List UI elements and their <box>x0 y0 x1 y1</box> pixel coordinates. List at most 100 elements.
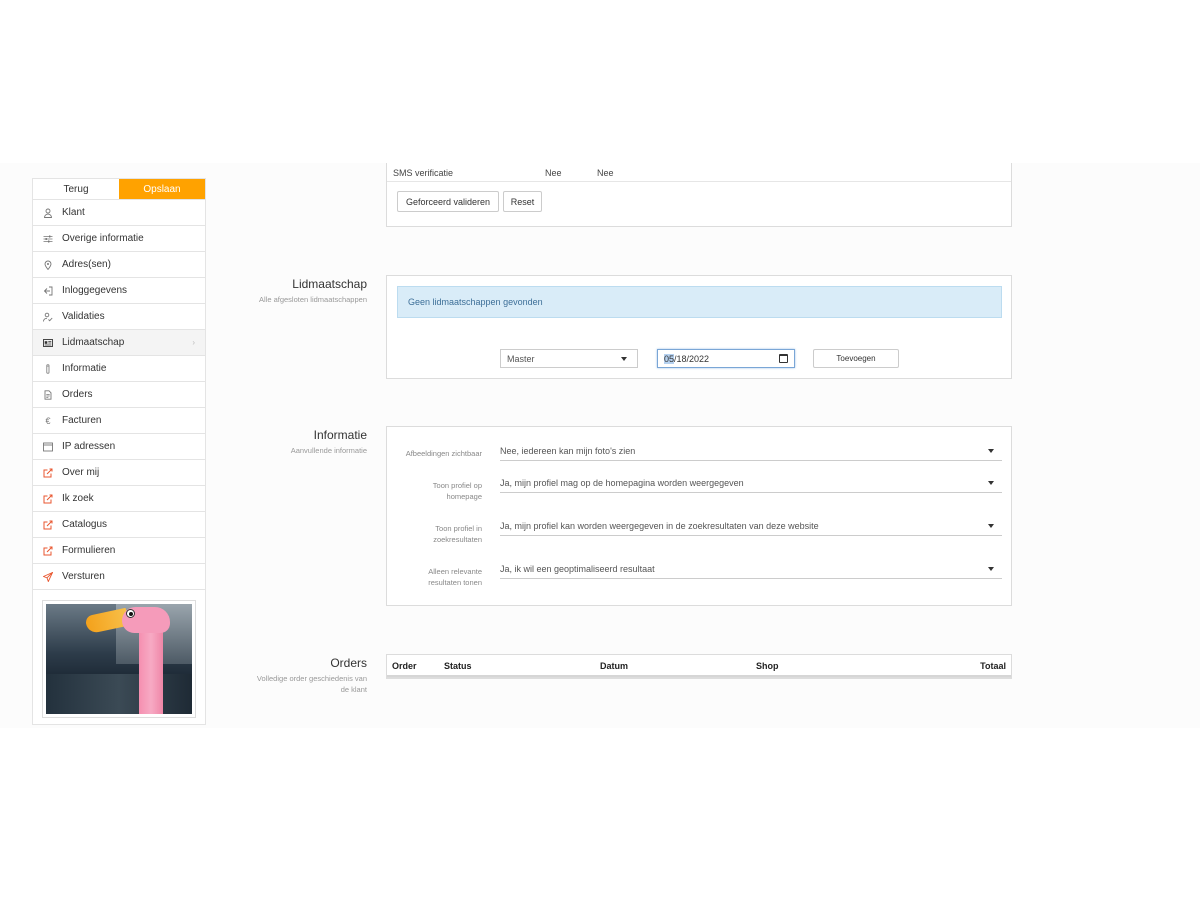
select-value: Nee, iedereen kan mijn foto's zien <box>500 446 636 456</box>
back-button[interactable]: Terug <box>33 179 119 199</box>
field-label: Alleen relevante resultaten tonen <box>428 567 482 587</box>
information-panel: Afbeeldingen zichtbaar Nee, iedereen kan… <box>386 426 1012 606</box>
flamingo-photo <box>46 604 192 714</box>
sidebar-item-label: Over mij <box>62 467 100 478</box>
save-button[interactable]: Opslaan <box>119 179 205 199</box>
info-icon <box>43 363 53 374</box>
sidebar-item-label: Adres(sen) <box>62 259 111 270</box>
membership-date-input[interactable]: 05/18/2022 <box>657 349 795 368</box>
sidebar-actions: Terug Opslaan <box>33 179 205 200</box>
chevron-right-icon: › <box>192 338 195 347</box>
document-icon <box>43 389 53 400</box>
column-header-shop[interactable]: Shop <box>756 661 779 671</box>
relevant-results-select[interactable]: Ja, ik wil een geoptimaliseerd resultaat <box>500 560 1002 579</box>
sidebar-item-informatie[interactable]: Informatie <box>33 356 205 382</box>
sidebar-item-label: Catalogus <box>62 519 108 530</box>
sidebar-item-facturen[interactable]: € Facturen <box>33 408 205 434</box>
section-heading: Lidmaatschap <box>292 277 367 291</box>
membership-section-title: Lidmaatschap Alle afgesloten lidmaatscha… <box>259 277 367 305</box>
app-viewport: Terug Opslaan Klant Overige informatie A… <box>0 163 1200 728</box>
sidebar-item-label: Klant <box>62 207 85 218</box>
sidebar-item-label: Inloggegevens <box>62 285 128 296</box>
sidebar-item-label: Formulieren <box>62 545 116 556</box>
images-visible-select[interactable]: Nee, iedereen kan mijn foto's zien <box>500 442 1002 461</box>
section-subtitle: Alle afgesloten lidmaatschappen <box>259 295 367 304</box>
field-label: Toon profiel in zoekresultaten <box>433 524 482 544</box>
login-icon <box>43 286 53 296</box>
section-subtitle: Volledige order geschiedenis van de klan… <box>256 674 367 694</box>
force-validate-button[interactable]: Geforceerd valideren <box>397 191 499 212</box>
photo-foreground <box>46 674 192 714</box>
sidebar-item-catalogus[interactable]: Catalogus <box>33 512 205 538</box>
date-month-segment: 05 <box>664 353 675 364</box>
orders-table-header: Order Status Datum Shop Totaal <box>387 655 1011 677</box>
sidebar-item-ip-adressen[interactable]: IP adressen <box>33 434 205 460</box>
no-memberships-alert: Geen lidmaatschappen gevonden <box>397 286 1002 318</box>
sidebar: Terug Opslaan Klant Overige informatie A… <box>32 178 206 725</box>
sidebar-item-label: Lidmaatschap <box>62 337 125 348</box>
sidebar-item-over-mij[interactable]: Over mij <box>33 460 205 486</box>
date-rest-segment: /18/2022 <box>674 353 710 364</box>
user-check-icon <box>43 312 53 322</box>
column-header-status[interactable]: Status <box>444 661 472 671</box>
sidebar-item-label: Facturen <box>62 415 102 426</box>
field-label: Toon profiel op homepage <box>432 481 482 501</box>
sidebar-item-label: Ik zoek <box>62 493 94 504</box>
section-heading: Informatie <box>313 428 367 442</box>
sidebar-item-label: Versturen <box>62 571 105 582</box>
sidebar-item-versturen[interactable]: Versturen <box>33 564 205 590</box>
external-edit-icon <box>43 494 53 504</box>
add-membership-button[interactable]: Toevoegen <box>813 349 899 368</box>
sms-verification-label: SMS verificatie <box>393 168 454 178</box>
send-icon <box>43 571 53 582</box>
section-heading: Orders <box>330 656 367 670</box>
flamingo-eye <box>126 609 135 618</box>
caret-down-icon <box>988 449 994 453</box>
calendar-icon[interactable] <box>779 354 788 363</box>
sidebar-item-overige-informatie[interactable]: Overige informatie <box>33 226 205 252</box>
select-value: Ja, ik wil een geoptimaliseerd resultaat <box>500 564 655 574</box>
external-edit-icon <box>43 468 53 478</box>
caret-down-icon <box>988 481 994 485</box>
show-in-search-select[interactable]: Ja, mijn profiel kan worden weergegeven … <box>500 517 1002 536</box>
reset-button[interactable]: Reset <box>503 191 542 212</box>
select-value: Ja, mijn profiel kan worden weergegeven … <box>500 521 819 531</box>
section-subtitle: Aanvullende informatie <box>290 446 367 455</box>
sidebar-item-label: Overige informatie <box>62 233 144 244</box>
verification-panel: SMS verificatie Nee Nee Geforceerd valid… <box>386 163 1012 227</box>
sidebar-item-formulieren[interactable]: Formulieren <box>33 538 205 564</box>
user-icon <box>43 208 53 218</box>
orders-table: Order Status Datum Shop Totaal <box>386 654 1012 678</box>
membership-panel: Geen lidmaatschappen gevonden Master 05/… <box>386 275 1012 379</box>
id-card-icon <box>43 338 53 348</box>
membership-type-select[interactable]: Master <box>500 349 638 368</box>
sidebar-item-label: Orders <box>62 389 93 400</box>
browser-window-icon <box>43 442 53 452</box>
sidebar-item-orders[interactable]: Orders <box>33 382 205 408</box>
map-pin-icon <box>43 260 53 270</box>
select-value: Ja, mijn profiel mag op de homepagina wo… <box>500 478 744 488</box>
show-on-homepage-select[interactable]: Ja, mijn profiel mag op de homepagina wo… <box>500 474 1002 493</box>
sidebar-item-ik-zoek[interactable]: Ik zoek <box>33 486 205 512</box>
column-header-order[interactable]: Order <box>392 661 417 671</box>
caret-down-icon <box>988 524 994 528</box>
sidebar-item-inloggegevens[interactable]: Inloggegevens <box>33 278 205 304</box>
column-header-totaal[interactable]: Totaal <box>980 661 1006 671</box>
sms-verification-status-1: Nee <box>545 168 562 178</box>
orders-section-title: Orders Volledige order geschiedenis van … <box>247 656 367 695</box>
sliders-icon <box>43 234 53 244</box>
sidebar-item-label: Informatie <box>62 363 107 374</box>
sidebar-item-validaties[interactable]: Validaties <box>33 304 205 330</box>
profile-photo[interactable] <box>42 600 196 718</box>
caret-down-icon <box>621 357 627 361</box>
sidebar-item-lidmaatschap[interactable]: Lidmaatschap › <box>33 330 205 356</box>
column-header-datum[interactable]: Datum <box>600 661 628 671</box>
information-section-title: Informatie Aanvullende informatie <box>291 428 367 456</box>
sidebar-item-label: IP adressen <box>62 441 116 452</box>
caret-down-icon <box>988 567 994 571</box>
sidebar-item-klant[interactable]: Klant <box>33 200 205 226</box>
euro-icon: € <box>45 415 51 426</box>
external-edit-icon <box>43 520 53 530</box>
sms-verification-status-2: Nee <box>597 168 614 178</box>
sidebar-item-adressen[interactable]: Adres(sen) <box>33 252 205 278</box>
